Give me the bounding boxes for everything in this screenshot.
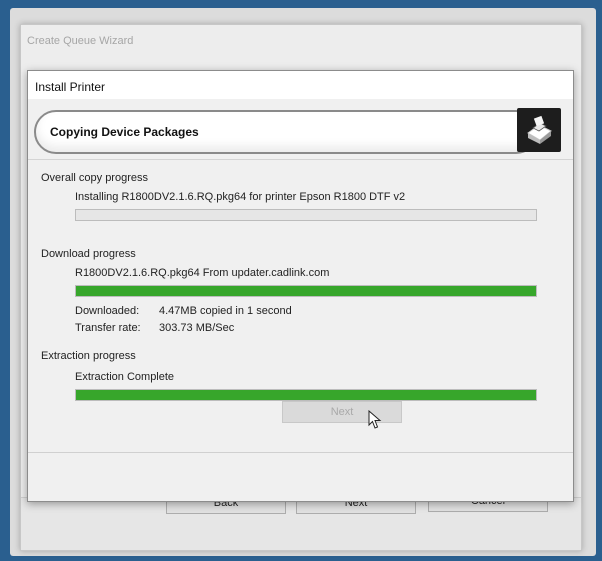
overall-progress-status: Installing R1800DV2.1.6.RQ.pkg64 for pri… bbox=[75, 191, 406, 203]
transfer-rate-label: Transfer rate: bbox=[75, 322, 141, 334]
header-title: Copying Device Packages bbox=[50, 125, 199, 139]
dialog-title: Install Printer bbox=[35, 80, 106, 94]
extraction-progress-label: Extraction progress bbox=[41, 350, 136, 362]
dialog-header: Copying Device Packages bbox=[28, 99, 573, 160]
wizard-title: Create Queue Wizard bbox=[27, 35, 134, 47]
downloaded-value: 4.47MB copied in 1 second bbox=[159, 305, 292, 317]
download-progress-status: R1800DV2.1.6.RQ.pkg64 From updater.cadli… bbox=[75, 267, 330, 279]
extraction-progress-bar bbox=[75, 389, 537, 401]
download-progress-bar bbox=[75, 285, 537, 297]
dialog-next-button[interactable]: Next bbox=[282, 401, 402, 423]
dialog-titlebar: Install Printer bbox=[28, 71, 573, 100]
transfer-rate-value: 303.73 MB/Sec bbox=[159, 322, 235, 334]
overall-progress-label: Overall copy progress bbox=[41, 172, 148, 184]
extraction-progress-fill bbox=[76, 390, 536, 400]
overall-progress-bar bbox=[75, 209, 537, 221]
mouse-cursor-icon bbox=[368, 410, 382, 429]
download-progress-fill bbox=[76, 286, 536, 296]
downloaded-label: Downloaded: bbox=[75, 305, 140, 317]
install-printer-dialog: Install Printer Copying Device Packages … bbox=[27, 70, 574, 502]
download-progress-label: Download progress bbox=[41, 248, 136, 260]
dialog-footer bbox=[28, 452, 573, 501]
extraction-progress-status: Extraction Complete bbox=[75, 371, 175, 383]
header-banner: Copying Device Packages bbox=[34, 110, 538, 154]
printer-icon bbox=[517, 108, 561, 152]
